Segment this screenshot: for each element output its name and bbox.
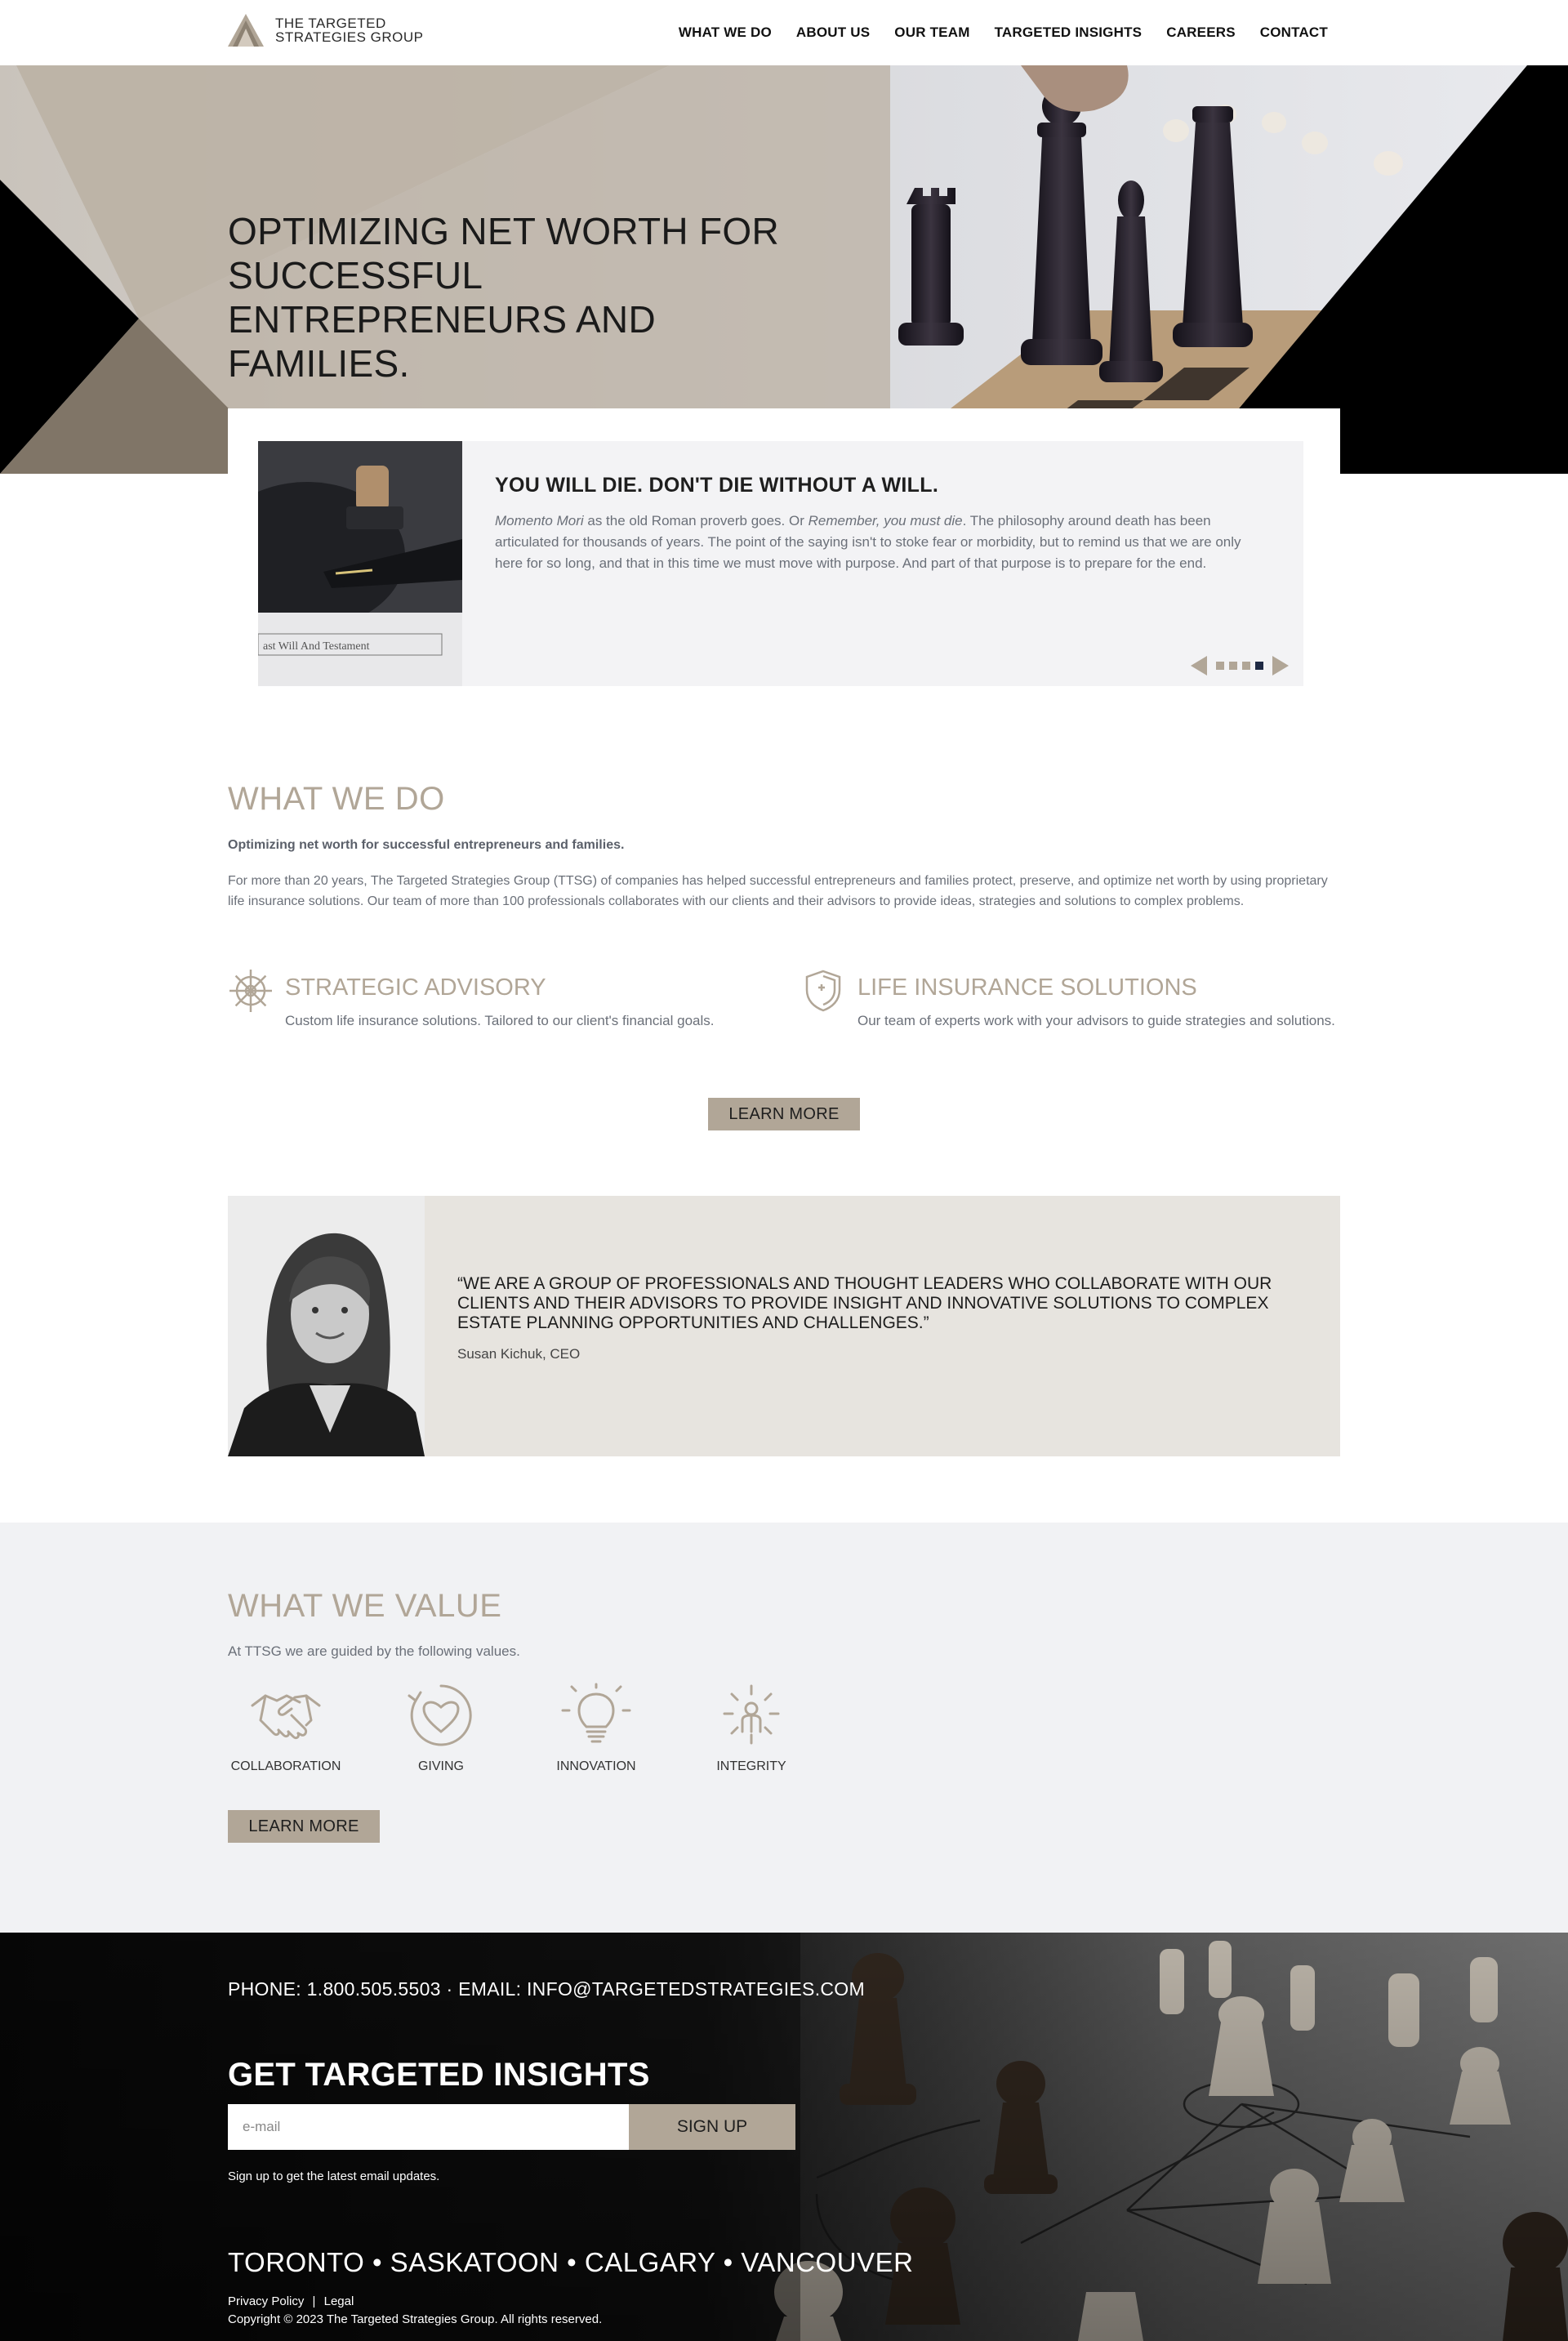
ceo-photo <box>228 1196 425 1456</box>
handshake-icon <box>251 1694 321 1740</box>
featured-article-card: ast Will And Testament YOU WILL DIE. DON… <box>228 408 1340 712</box>
value-integrity: INTEGRITY <box>674 1683 829 1774</box>
service-title[interactable]: STRATEGIC ADVISORY <box>285 974 546 1001</box>
newsletter-title: GET TARGETED INSIGHTS <box>228 2057 650 2093</box>
value-label: GIVING <box>417 1759 464 1773</box>
carousel-controls <box>1191 653 1289 678</box>
site-footer: PHONE: 1.800.505.5503 · EMAIL: INFO@TARG… <box>0 1933 1568 2341</box>
ship-wheel-icon <box>229 970 272 1012</box>
values-learn-more-button[interactable]: LEARN MORE <box>228 1810 380 1843</box>
what-we-do-subtitle: Optimizing net worth for successful entr… <box>228 838 625 852</box>
logo[interactable]: THE TARGETED STRATEGIES GROUP <box>228 11 432 49</box>
newsletter-signup-button[interactable]: SIGN UP <box>629 2104 795 2150</box>
heart-cycle-icon <box>408 1684 472 1746</box>
newsletter-email-input[interactable] <box>228 2104 629 2150</box>
service-title[interactable]: LIFE INSURANCE SOLUTIONS <box>858 974 1197 1001</box>
what-we-do-body: For more than 20 years, The Targeted Str… <box>228 874 1328 908</box>
main-nav: WHAT WE DO ABOUT US OUR TEAM TARGETED IN… <box>654 0 1328 65</box>
shield-icon <box>805 970 841 1012</box>
article-italic-1: Momento Mori <box>495 513 584 528</box>
privacy-policy-link[interactable]: Privacy Policy <box>228 2294 304 2308</box>
article-title[interactable]: YOU WILL DIE. DON'T DIE WITHOUT A WILL. <box>495 474 938 497</box>
nav-contact[interactable]: CONTACT <box>1260 25 1328 41</box>
site-header: THE TARGETED STRATEGIES GROUP WHAT WE DO… <box>0 0 1568 65</box>
lightbulb-icon <box>561 1683 631 1743</box>
ceo-portrait-icon <box>228 1196 425 1456</box>
copyright: Copyright © 2023 The Targeted Strategies… <box>228 2312 603 2326</box>
nav-our-team[interactable]: OUR TEAM <box>894 25 969 41</box>
value-label: COLLABORATION <box>230 1759 341 1773</box>
article-carousel: ast Will And Testament YOU WILL DIE. DON… <box>258 441 1303 686</box>
values-title: WHAT WE VALUE <box>228 1588 502 1624</box>
will-caption: ast Will And Testament <box>263 640 370 653</box>
value-label: INNOVATION <box>556 1759 636 1773</box>
logo-text: THE TARGETED STRATEGIES GROUP <box>275 16 424 44</box>
will-photo-icon: ast Will And Testament <box>258 441 462 686</box>
legal-link[interactable]: Legal <box>324 2294 354 2308</box>
value-giving: GIVING <box>363 1683 519 1774</box>
footer-links: Privacy Policy | Legal <box>228 2294 354 2308</box>
service-text: Custom life insurance solutions. Tailore… <box>285 1013 715 1028</box>
person-radiating-icon <box>723 1684 780 1745</box>
will-testament-image[interactable]: ast Will And Testament <box>258 441 462 686</box>
office-cities: TORONTO • SASKATOON • CALGARY • VANCOUVE… <box>228 2247 914 2277</box>
value-label: INTEGRITY <box>716 1759 786 1773</box>
service-text: Our team of experts work with your advis… <box>858 1013 1335 1028</box>
footer-link-separator: | <box>312 2294 316 2308</box>
what-we-do-title: WHAT WE DO <box>228 781 445 817</box>
nav-about-us[interactable]: ABOUT US <box>796 25 870 41</box>
values-subtitle: At TTSG we are guided by the following v… <box>228 1643 520 1659</box>
article-text-1: as the old Roman proverb goes. Or <box>583 513 808 528</box>
values-section: WHAT WE VALUE At TTSG we are guided by t… <box>0 1523 1568 1933</box>
article-excerpt: Momento Mori as the old Roman proverb go… <box>495 511 1271 574</box>
article-italic-2: Remember, you must die <box>808 513 963 528</box>
newsletter-form: SIGN UP <box>228 2104 795 2150</box>
what-we-do-learn-more-button[interactable]: LEARN MORE <box>708 1098 860 1130</box>
carousel-dot[interactable] <box>1229 662 1237 670</box>
logo-line-1: THE TARGETED <box>275 16 386 31</box>
carousel-dot[interactable] <box>1242 662 1250 670</box>
logo-line-2: STRATEGIES GROUP <box>275 29 424 45</box>
logo-mark-icon <box>228 14 264 47</box>
quote-text: “WE ARE A GROUP OF PROFESSIONALS AND THO… <box>457 1274 1272 1332</box>
carousel-dot-active[interactable] <box>1255 662 1263 670</box>
hero-title: OPTIMIZING NET WORTH FOR SUCCESSFUL ENTR… <box>228 210 780 385</box>
footer-contact-info[interactable]: PHONE: 1.800.505.5503 · EMAIL: INFO@TARG… <box>228 1978 865 2000</box>
ceo-quote: “WE ARE A GROUP OF PROFESSIONALS AND THO… <box>228 1196 1340 1456</box>
newsletter-note: Sign up to get the latest email updates. <box>228 2169 440 2183</box>
carousel-next-arrow-icon[interactable] <box>1272 656 1289 676</box>
nav-careers[interactable]: CAREERS <box>1166 25 1236 41</box>
carousel-dot[interactable] <box>1216 662 1224 670</box>
nav-targeted-insights[interactable]: TARGETED INSIGHTS <box>995 25 1143 41</box>
value-collaboration: COLLABORATION <box>208 1683 363 1774</box>
quote-author: Susan Kichuk, CEO <box>457 1346 581 1362</box>
nav-what-we-do[interactable]: WHAT WE DO <box>679 25 772 41</box>
value-innovation: INNOVATION <box>519 1683 674 1774</box>
carousel-prev-arrow-icon[interactable] <box>1191 656 1207 676</box>
